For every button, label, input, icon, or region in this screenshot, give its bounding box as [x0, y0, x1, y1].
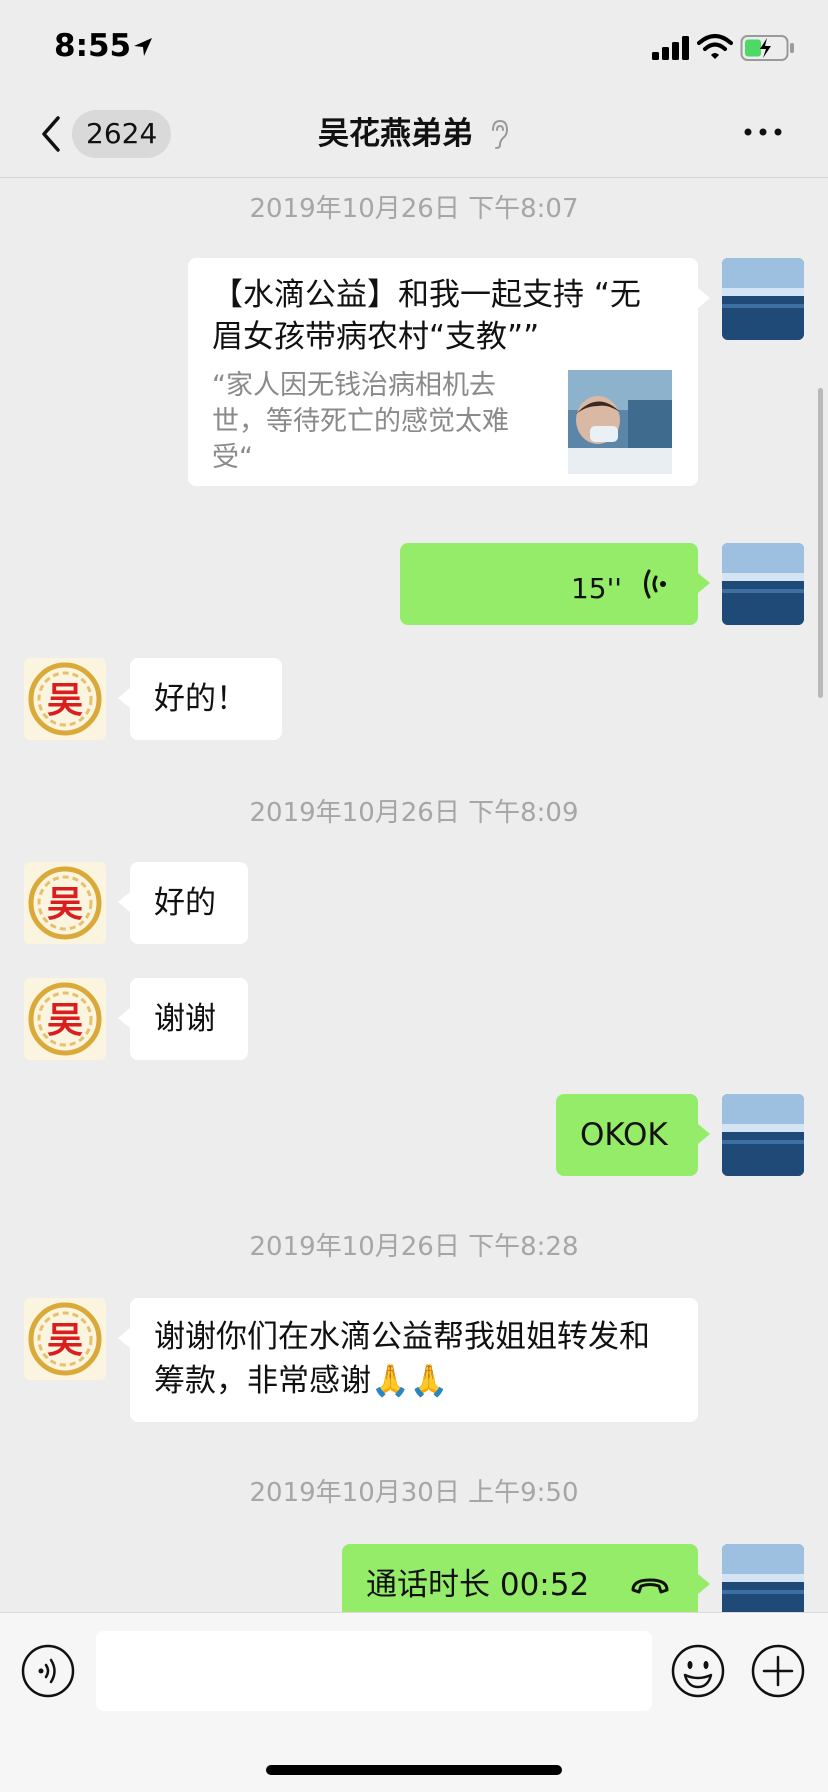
message-text: OKOK [580, 1117, 668, 1153]
dragon-emblem-icon: 吴 [28, 866, 102, 940]
card-title: 【水滴公益】和我一起支持 “无眉女孩带病农村“支教”” [212, 277, 641, 355]
avatar-glyph: 吴 [47, 1320, 83, 1361]
home-indicator [266, 1765, 562, 1775]
dragon-emblem-icon: 吴 [28, 662, 102, 736]
bubble-tail [118, 1008, 130, 1028]
incoming-message[interactable]: 好的！ [118, 658, 282, 740]
contact-avatar[interactable]: 吴 [24, 1298, 106, 1380]
card-description: “家人因无钱治病相机去世，等待死亡的感觉太难受“ [212, 370, 509, 473]
message-text: 好的 [154, 885, 216, 921]
chat-title: 吴花燕弟弟 [317, 116, 473, 152]
plus-icon[interactable] [750, 1643, 806, 1699]
timestamp: 2019年10月30日 上午9:50 [249, 1478, 579, 1508]
contact-avatar[interactable]: 吴 [24, 862, 106, 944]
avatar-glyph: 吴 [47, 680, 83, 721]
message-text: 谢谢 [154, 1001, 216, 1037]
avatar-glyph: 吴 [47, 884, 83, 925]
bubble-tail [698, 573, 710, 593]
my-avatar[interactable] [722, 258, 804, 340]
timestamp: 2019年10月26日 下午8:07 [249, 194, 579, 224]
more-dots-icon[interactable] [742, 120, 784, 144]
message-input[interactable] [96, 1631, 652, 1711]
dragon-emblem-icon: 吴 [28, 1302, 102, 1376]
my-avatar[interactable] [722, 543, 804, 625]
incoming-message[interactable]: 谢谢你们在水滴公益帮我姐姐转发和筹款，非常感谢🙏🙏 [118, 1298, 698, 1422]
bubble-tail [118, 1328, 130, 1348]
phone-hangup-icon [631, 1578, 669, 1594]
message-list[interactable]: 2019年10月26日 下午8:07 【水滴公益】和我一起支持 “无眉女孩带病农… [0, 178, 828, 1612]
signal-icon [652, 36, 689, 60]
bubble-tail [118, 892, 130, 912]
call-duration-text: 通话时长 00:52 [366, 1567, 590, 1603]
bubble-tail [118, 688, 130, 708]
my-avatar[interactable] [722, 1544, 804, 1612]
shared-link-card[interactable]: 【水滴公益】和我一起支持 “无眉女孩带病农村“支教”” “家人因无钱治病相机去世… [188, 258, 710, 486]
emoji-icon[interactable] [670, 1643, 726, 1699]
location-arrow-icon [134, 38, 152, 56]
contact-avatar[interactable]: 吴 [24, 978, 106, 1060]
chat-title-wrap: 吴花燕弟弟 [0, 110, 828, 158]
status-time: 8:55 [54, 28, 132, 64]
scroll-indicator[interactable] [818, 388, 823, 698]
status-bar: 8:55 [0, 0, 828, 100]
message-text: 好的！ [154, 681, 247, 717]
voice-mode-icon[interactable] [20, 1643, 76, 1699]
outgoing-message[interactable]: OKOK [556, 1094, 710, 1176]
wifi-icon [697, 34, 733, 59]
bubble-tail [698, 1574, 710, 1594]
contact-avatar[interactable]: 吴 [24, 658, 106, 740]
timestamp: 2019年10月26日 下午8:09 [249, 798, 579, 828]
battery-icon [740, 35, 794, 61]
input-bar [0, 1612, 828, 1792]
dragon-emblem-icon: 吴 [28, 982, 102, 1056]
bubble-tail [698, 288, 710, 308]
incoming-message[interactable]: 谢谢 [118, 978, 248, 1060]
call-record-message[interactable]: 通话时长 00:52 [342, 1544, 710, 1612]
incoming-message[interactable]: 好的 [118, 862, 248, 944]
ear-icon [492, 119, 509, 149]
avatar-glyph: 吴 [47, 1000, 83, 1041]
chat-header: 2624 吴花燕弟弟 [0, 100, 828, 178]
bubble-tail [698, 1124, 710, 1144]
card-thumbnail-image [568, 370, 672, 474]
my-avatar[interactable] [722, 1094, 804, 1176]
timestamp: 2019年10月26日 下午8:28 [249, 1232, 579, 1262]
voice-wave-icon [644, 569, 666, 599]
voice-message[interactable]: 15'' [400, 543, 710, 625]
message-text: 谢谢你们在水滴公益帮我姐姐转发和筹款，非常感谢🙏🙏 [154, 1319, 650, 1399]
voice-duration: 15'' [570, 572, 622, 605]
